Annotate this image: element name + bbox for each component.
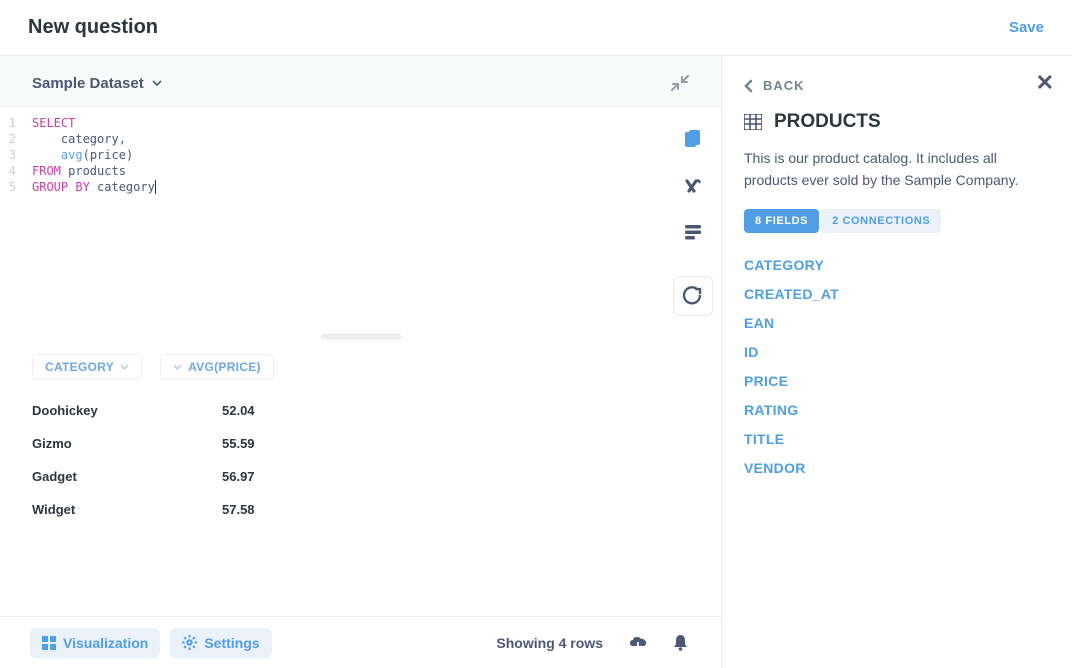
table-row[interactable]: Gadget 56.97 bbox=[32, 460, 689, 493]
field-item-created-at[interactable]: CREATED_AT bbox=[744, 286, 1050, 302]
tab-connections[interactable]: 2 CONNECTIONS bbox=[821, 209, 941, 233]
field-item-vendor[interactable]: VENDOR bbox=[744, 460, 1050, 476]
table-row[interactable]: Widget 57.58 bbox=[32, 493, 689, 526]
workspace: Sample Dataset 1 2 3 4 5 SELECT category… bbox=[0, 55, 1072, 668]
run-query-button[interactable] bbox=[673, 276, 713, 316]
page-title: New question bbox=[28, 16, 158, 39]
tab-fields[interactable]: 8 FIELDS bbox=[744, 209, 819, 233]
snippets-button[interactable] bbox=[682, 221, 704, 243]
database-selector[interactable]: Sample Dataset bbox=[32, 75, 162, 92]
variables-button[interactable] bbox=[682, 175, 704, 197]
results-table: Doohickey 52.04 Gizmo 55.59 Gadget 56.97… bbox=[0, 388, 721, 532]
chevron-down-icon bbox=[120, 364, 129, 370]
field-item-category[interactable]: CATEGORY bbox=[744, 257, 1050, 273]
grid-icon bbox=[42, 636, 56, 650]
table-row[interactable]: Doohickey 52.04 bbox=[32, 394, 689, 427]
row-count: Showing 4 rows bbox=[496, 635, 603, 651]
back-button[interactable]: BACK bbox=[744, 78, 1050, 93]
column-header-category[interactable]: CATEGORY bbox=[32, 354, 142, 380]
page-header: New question Save bbox=[0, 0, 1072, 55]
field-item-title[interactable]: TITLE bbox=[744, 431, 1050, 447]
results-columns: CATEGORY AVG(PRICE) bbox=[0, 342, 721, 388]
chevron-left-icon bbox=[744, 79, 753, 93]
database-label: Sample Dataset bbox=[32, 75, 144, 92]
field-item-id[interactable]: ID bbox=[744, 344, 1050, 360]
visualization-button[interactable]: Visualization bbox=[30, 628, 160, 658]
database-bar: Sample Dataset bbox=[0, 56, 721, 106]
close-button[interactable]: ✕ bbox=[1036, 70, 1054, 96]
table-row[interactable]: Gizmo 55.59 bbox=[32, 427, 689, 460]
contract-icon[interactable] bbox=[671, 74, 689, 92]
save-button[interactable]: Save bbox=[1009, 19, 1044, 36]
table-icon bbox=[744, 114, 762, 130]
editor-actions bbox=[665, 107, 721, 334]
line-gutter: 1 2 3 4 5 bbox=[0, 107, 22, 334]
field-item-ean[interactable]: EAN bbox=[744, 315, 1050, 331]
field-item-rating[interactable]: RATING bbox=[744, 402, 1050, 418]
data-reference-button[interactable] bbox=[682, 129, 704, 151]
panel-tabs: 8 FIELDS 2 CONNECTIONS bbox=[744, 209, 1050, 233]
field-list: CATEGORY CREATED_AT EAN ID PRICE RATING … bbox=[744, 257, 1050, 476]
chevron-down-icon bbox=[152, 80, 162, 86]
chevron-down-icon bbox=[173, 364, 182, 370]
code-area[interactable]: SELECT category, avg(price) FROM product… bbox=[22, 107, 665, 334]
gear-icon bbox=[182, 635, 197, 650]
bottom-bar: Visualization Settings Showing 4 rows bbox=[0, 616, 721, 668]
sql-editor[interactable]: 1 2 3 4 5 SELECT category, avg(price) FR… bbox=[0, 106, 721, 334]
panel-description: This is our product catalog. It includes… bbox=[744, 147, 1024, 191]
alert-button[interactable] bbox=[669, 632, 691, 654]
main-panel: Sample Dataset 1 2 3 4 5 SELECT category… bbox=[0, 56, 722, 668]
download-button[interactable] bbox=[627, 632, 649, 654]
field-item-price[interactable]: PRICE bbox=[744, 373, 1050, 389]
panel-title: PRODUCTS bbox=[744, 111, 1050, 133]
drag-handle-icon bbox=[321, 334, 401, 339]
column-header-avg-price[interactable]: AVG(PRICE) bbox=[160, 354, 274, 380]
settings-button[interactable]: Settings bbox=[170, 628, 271, 658]
resize-divider[interactable] bbox=[0, 334, 721, 342]
reference-panel: ✕ BACK PRODUCTS This is our product cata… bbox=[722, 56, 1072, 668]
